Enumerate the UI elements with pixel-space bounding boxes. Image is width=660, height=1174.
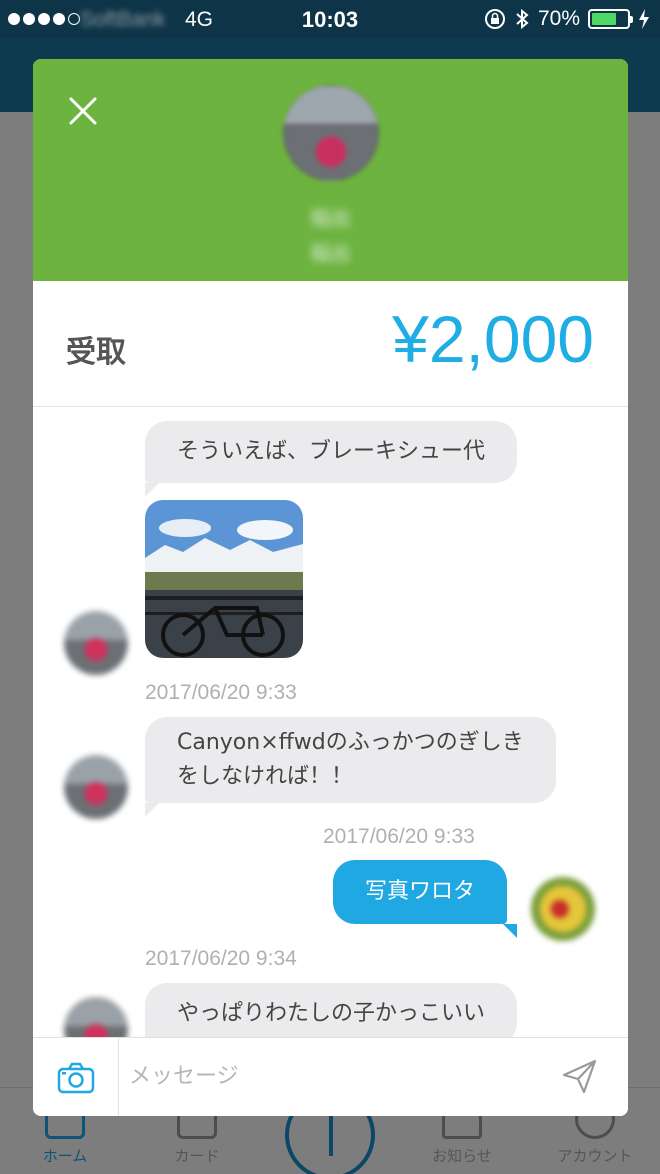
- orientation-lock-icon: [484, 9, 505, 29]
- message-text: 写真ワロタ: [365, 879, 476, 904]
- battery-percent: 70%: [537, 7, 580, 30]
- amount-type-label: 受取: [66, 335, 126, 370]
- incoming-message-bubble: Canyon×ffwdのふっかつのぎしき をしなければ！！: [145, 717, 556, 803]
- send-button[interactable]: [560, 1056, 600, 1096]
- message-input-bar: [33, 1037, 628, 1116]
- close-button[interactable]: [63, 91, 103, 131]
- bluetooth-icon: [516, 8, 529, 30]
- close-icon: [69, 97, 97, 125]
- camera-icon: [57, 1062, 94, 1093]
- bubble-tail: [145, 803, 159, 817]
- sender-name-secondary: 稲出: [310, 241, 351, 265]
- incoming-message-bubble: やっぱりわたしの子かっこいい: [145, 983, 518, 1037]
- message-text-line1: Canyon×ffwdのふっかつのぎしき: [177, 730, 524, 755]
- message-timestamp: 2017/06/20 9:33: [323, 825, 475, 848]
- status-bar: SoftBank 4G 10:03 70%: [0, 0, 660, 38]
- message-text: やっぱりわたしの子かっこいい: [177, 1001, 486, 1026]
- send-icon: [562, 1059, 597, 1094]
- amount-row: 受取 ¥2,000: [33, 281, 628, 407]
- message-timestamp: 2017/06/20 9:34: [145, 947, 297, 970]
- bubble-tail: [145, 483, 159, 497]
- camera-button[interactable]: [33, 1038, 119, 1116]
- bubble-tail: [503, 924, 517, 938]
- friend-avatar: [64, 611, 128, 675]
- sender-name: 稲出: [310, 206, 351, 230]
- message-input[interactable]: [129, 1056, 549, 1096]
- modal-header: 稲出 稲出: [33, 59, 628, 281]
- sender-avatar: [283, 85, 379, 181]
- friend-avatar: [64, 997, 128, 1037]
- my-avatar: [531, 877, 595, 941]
- message-thread[interactable]: そういえば、ブレーキシュー代 2017/06/20 9:33 Canyon×ff…: [33, 407, 628, 1037]
- friend-avatar: [64, 755, 128, 819]
- incoming-message-bubble: そういえば、ブレーキシュー代: [145, 421, 518, 483]
- status-icons: 70%: [484, 7, 650, 31]
- amount-value: ¥2,000: [392, 302, 594, 376]
- message-photo[interactable]: [145, 500, 303, 658]
- charging-icon: [639, 9, 649, 29]
- message-text-line2: をしなければ！！: [177, 764, 354, 789]
- battery-icon: [588, 9, 633, 29]
- message-timestamp: 2017/06/20 9:33: [145, 681, 297, 704]
- outgoing-message-bubble: 写真ワロタ: [333, 860, 508, 924]
- message-text: そういえば、ブレーキシュー代: [177, 439, 486, 464]
- transaction-detail-modal: 稲出 稲出 受取 ¥2,000 そういえば、ブレーキシュー代 2017/06/2…: [33, 59, 628, 1116]
